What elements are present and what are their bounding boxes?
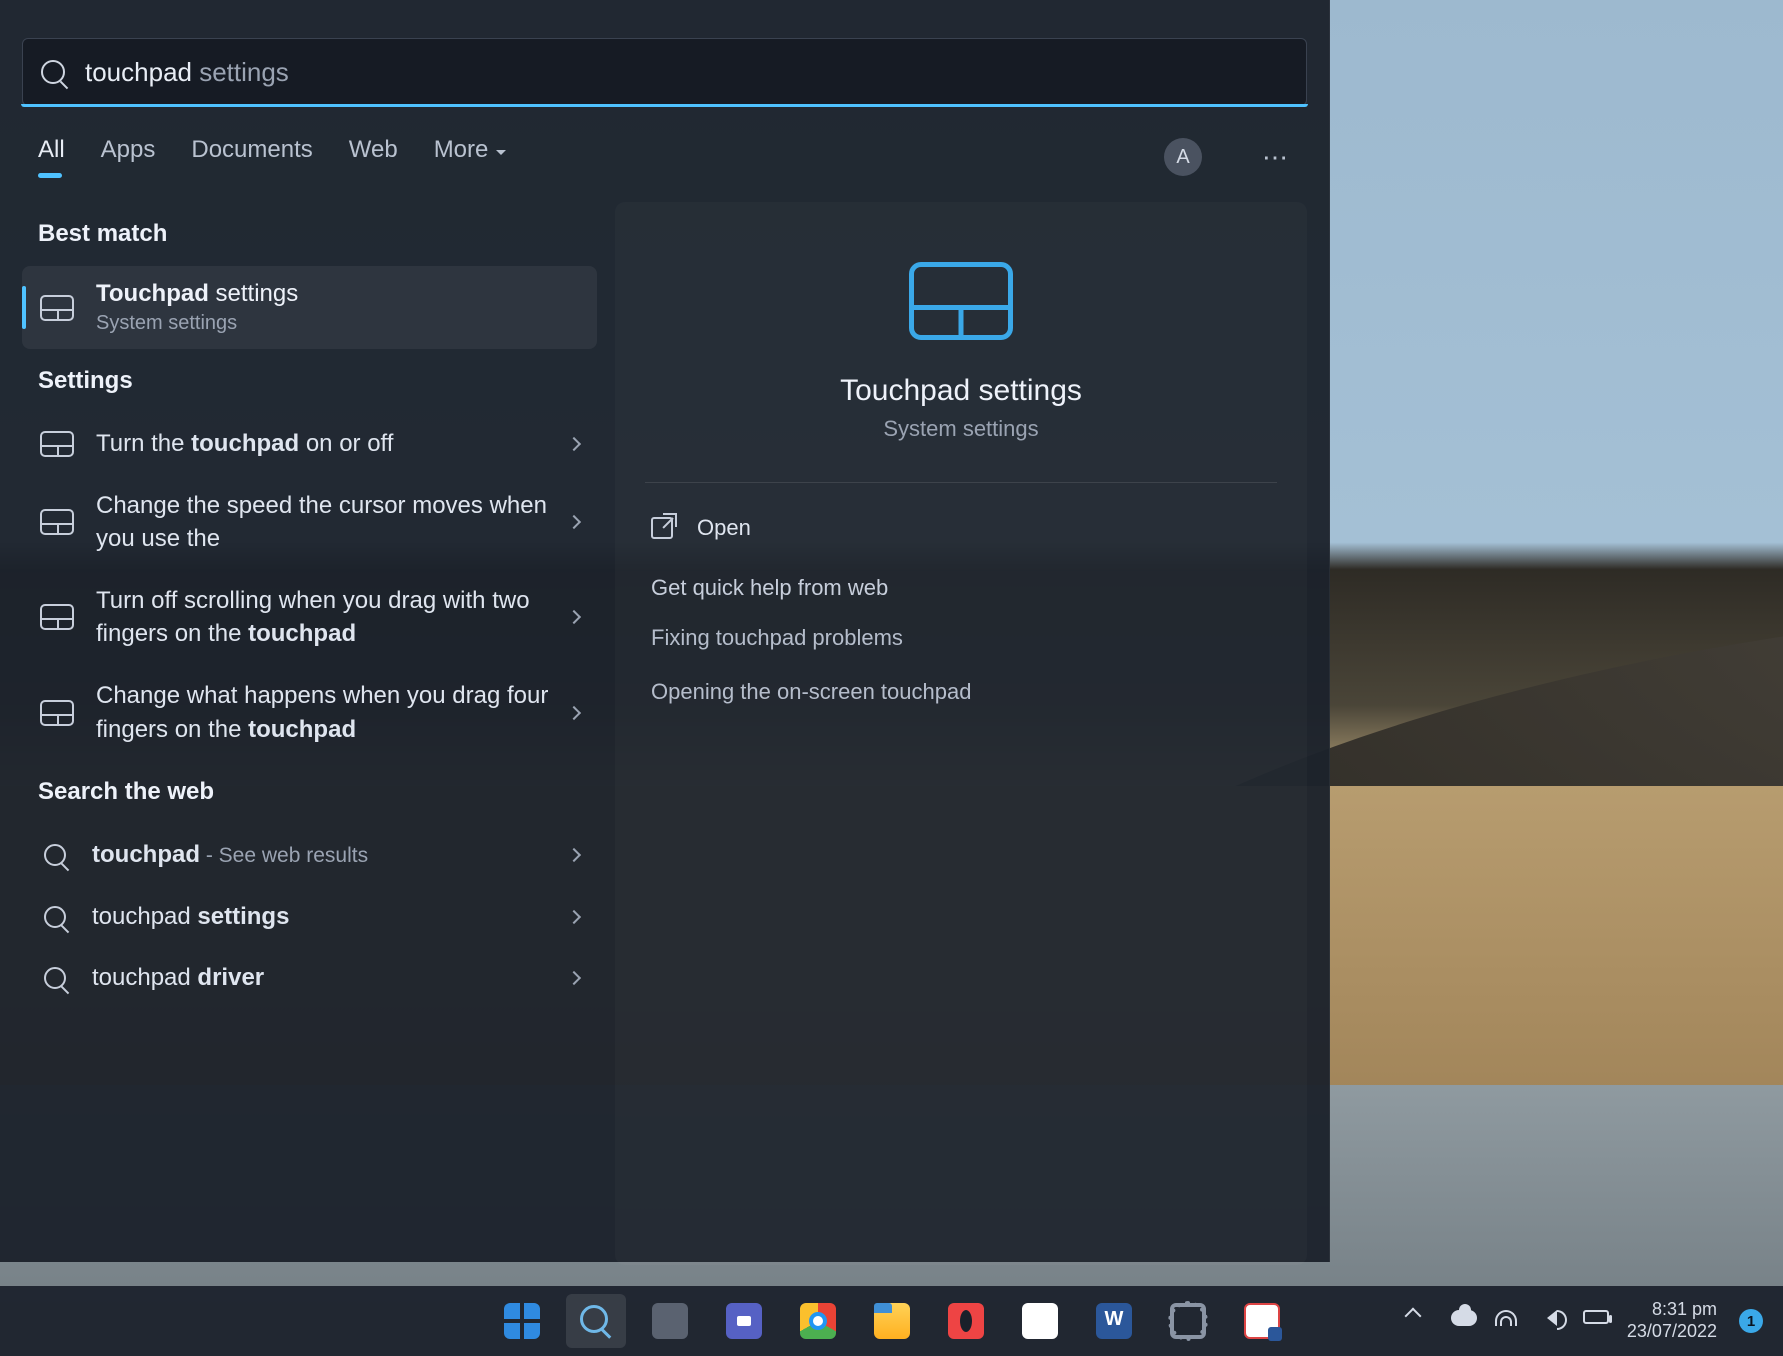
chevron-right-icon: [567, 848, 581, 862]
settings-app-icon[interactable]: [1158, 1294, 1218, 1348]
open-label: Open: [697, 515, 751, 541]
settings-result[interactable]: Turn the touchpad on or off: [22, 413, 597, 475]
settings-result[interactable]: Turn off scrolling when you drag with tw…: [22, 570, 597, 665]
touchpad-large-icon: [909, 262, 1013, 340]
tab-web[interactable]: Web: [349, 136, 398, 178]
web-result[interactable]: touchpad - See web results: [22, 824, 597, 886]
touchpad-icon: [40, 431, 74, 457]
task-view-button[interactable]: [640, 1294, 700, 1348]
filter-tabs: All Apps Documents Web More A ⋯: [0, 106, 1329, 178]
open-external-icon: [651, 517, 673, 539]
tab-more[interactable]: More: [434, 136, 507, 178]
settings-result-text: Change the speed the cursor moves when y…: [96, 489, 569, 556]
section-best-match: Best match: [22, 202, 597, 266]
time-text: 8:31 pm: [1627, 1299, 1717, 1321]
settings-result[interactable]: Change the speed the cursor moves when y…: [22, 475, 597, 570]
teams-chat-button[interactable]: [714, 1294, 774, 1348]
best-match-title: Touchpad settings: [96, 280, 298, 308]
clock[interactable]: 8:31 pm 23/07/2022: [1627, 1299, 1717, 1342]
settings-result[interactable]: Change what happens when you drag four f…: [22, 665, 597, 760]
blank-doc-icon[interactable]: [1010, 1294, 1070, 1348]
search-icon: [41, 60, 65, 84]
search-query-text: touchpad settings: [85, 57, 289, 88]
search-button[interactable]: [566, 1294, 626, 1348]
more-options-icon[interactable]: ⋯: [1262, 142, 1291, 173]
results-left-column: Best match Touchpad settings System sett…: [22, 202, 597, 1265]
battery-icon[interactable]: [1583, 1310, 1605, 1332]
onedrive-icon[interactable]: [1451, 1310, 1473, 1332]
touchpad-icon: [40, 604, 74, 630]
help-link[interactable]: Opening the on-screen touchpad: [645, 665, 1277, 719]
tab-all[interactable]: All: [38, 136, 65, 178]
system-tray: 8:31 pm 23/07/2022 1: [1407, 1299, 1763, 1342]
chevron-right-icon: [567, 610, 581, 624]
user-avatar[interactable]: A: [1164, 138, 1202, 176]
web-result-text: touchpad - See web results: [92, 838, 569, 872]
tab-documents[interactable]: Documents: [191, 136, 312, 178]
help-section-title: Get quick help from web: [651, 575, 888, 601]
opera-app-icon[interactable]: [936, 1294, 996, 1348]
open-button[interactable]: Open: [645, 501, 1277, 555]
divider: [645, 482, 1277, 483]
web-result[interactable]: touchpad driver: [22, 947, 597, 1009]
settings-result-text: Change what happens when you drag four f…: [96, 679, 569, 746]
best-match-result[interactable]: Touchpad settings System settings: [22, 266, 597, 349]
search-icon: [44, 967, 66, 989]
web-result[interactable]: touchpad settings: [22, 886, 597, 948]
file-explorer-icon[interactable]: [862, 1294, 922, 1348]
snipping-tool-icon[interactable]: [1232, 1294, 1292, 1348]
speaker-icon[interactable]: [1539, 1310, 1561, 1332]
chevron-right-icon: [567, 971, 581, 985]
help-link[interactable]: Fixing touchpad problems: [645, 611, 1277, 665]
touchpad-icon: [40, 295, 74, 321]
notification-badge[interactable]: 1: [1739, 1309, 1763, 1333]
chevron-right-icon: [567, 705, 581, 719]
search-icon: [44, 906, 66, 928]
preview-title: Touchpad settings: [840, 374, 1082, 408]
search-icon: [44, 844, 66, 866]
settings-result-text: Turn the touchpad on or off: [96, 427, 569, 461]
touchpad-icon: [40, 700, 74, 726]
start-search-panel: touchpad settings All Apps Documents Web…: [0, 0, 1330, 1262]
tray-overflow-icon[interactable]: [1407, 1310, 1429, 1332]
wifi-icon[interactable]: [1495, 1310, 1517, 1332]
chevron-right-icon: [567, 515, 581, 529]
best-match-subtitle: System settings: [96, 312, 298, 335]
preview-subtitle: System settings: [883, 416, 1038, 442]
taskbar-center-icons: [492, 1294, 1292, 1348]
search-input[interactable]: touchpad settings: [22, 38, 1307, 106]
web-result-text: touchpad settings: [92, 900, 569, 934]
start-button[interactable]: [492, 1294, 552, 1348]
chrome-app-icon[interactable]: [788, 1294, 848, 1348]
section-settings: Settings: [22, 349, 597, 413]
settings-result-text: Turn off scrolling when you drag with tw…: [96, 584, 569, 651]
tab-apps[interactable]: Apps: [101, 136, 156, 178]
date-text: 23/07/2022: [1627, 1321, 1717, 1343]
chevron-right-icon: [567, 437, 581, 451]
touchpad-icon: [40, 509, 74, 535]
word-app-icon[interactable]: [1084, 1294, 1144, 1348]
taskbar: 8:31 pm 23/07/2022 1: [0, 1286, 1783, 1356]
chevron-right-icon: [567, 909, 581, 923]
section-search-web: Search the web: [22, 760, 597, 824]
preview-pane: Touchpad settings System settings Open G…: [615, 202, 1307, 1265]
web-result-text: touchpad driver: [92, 961, 569, 995]
